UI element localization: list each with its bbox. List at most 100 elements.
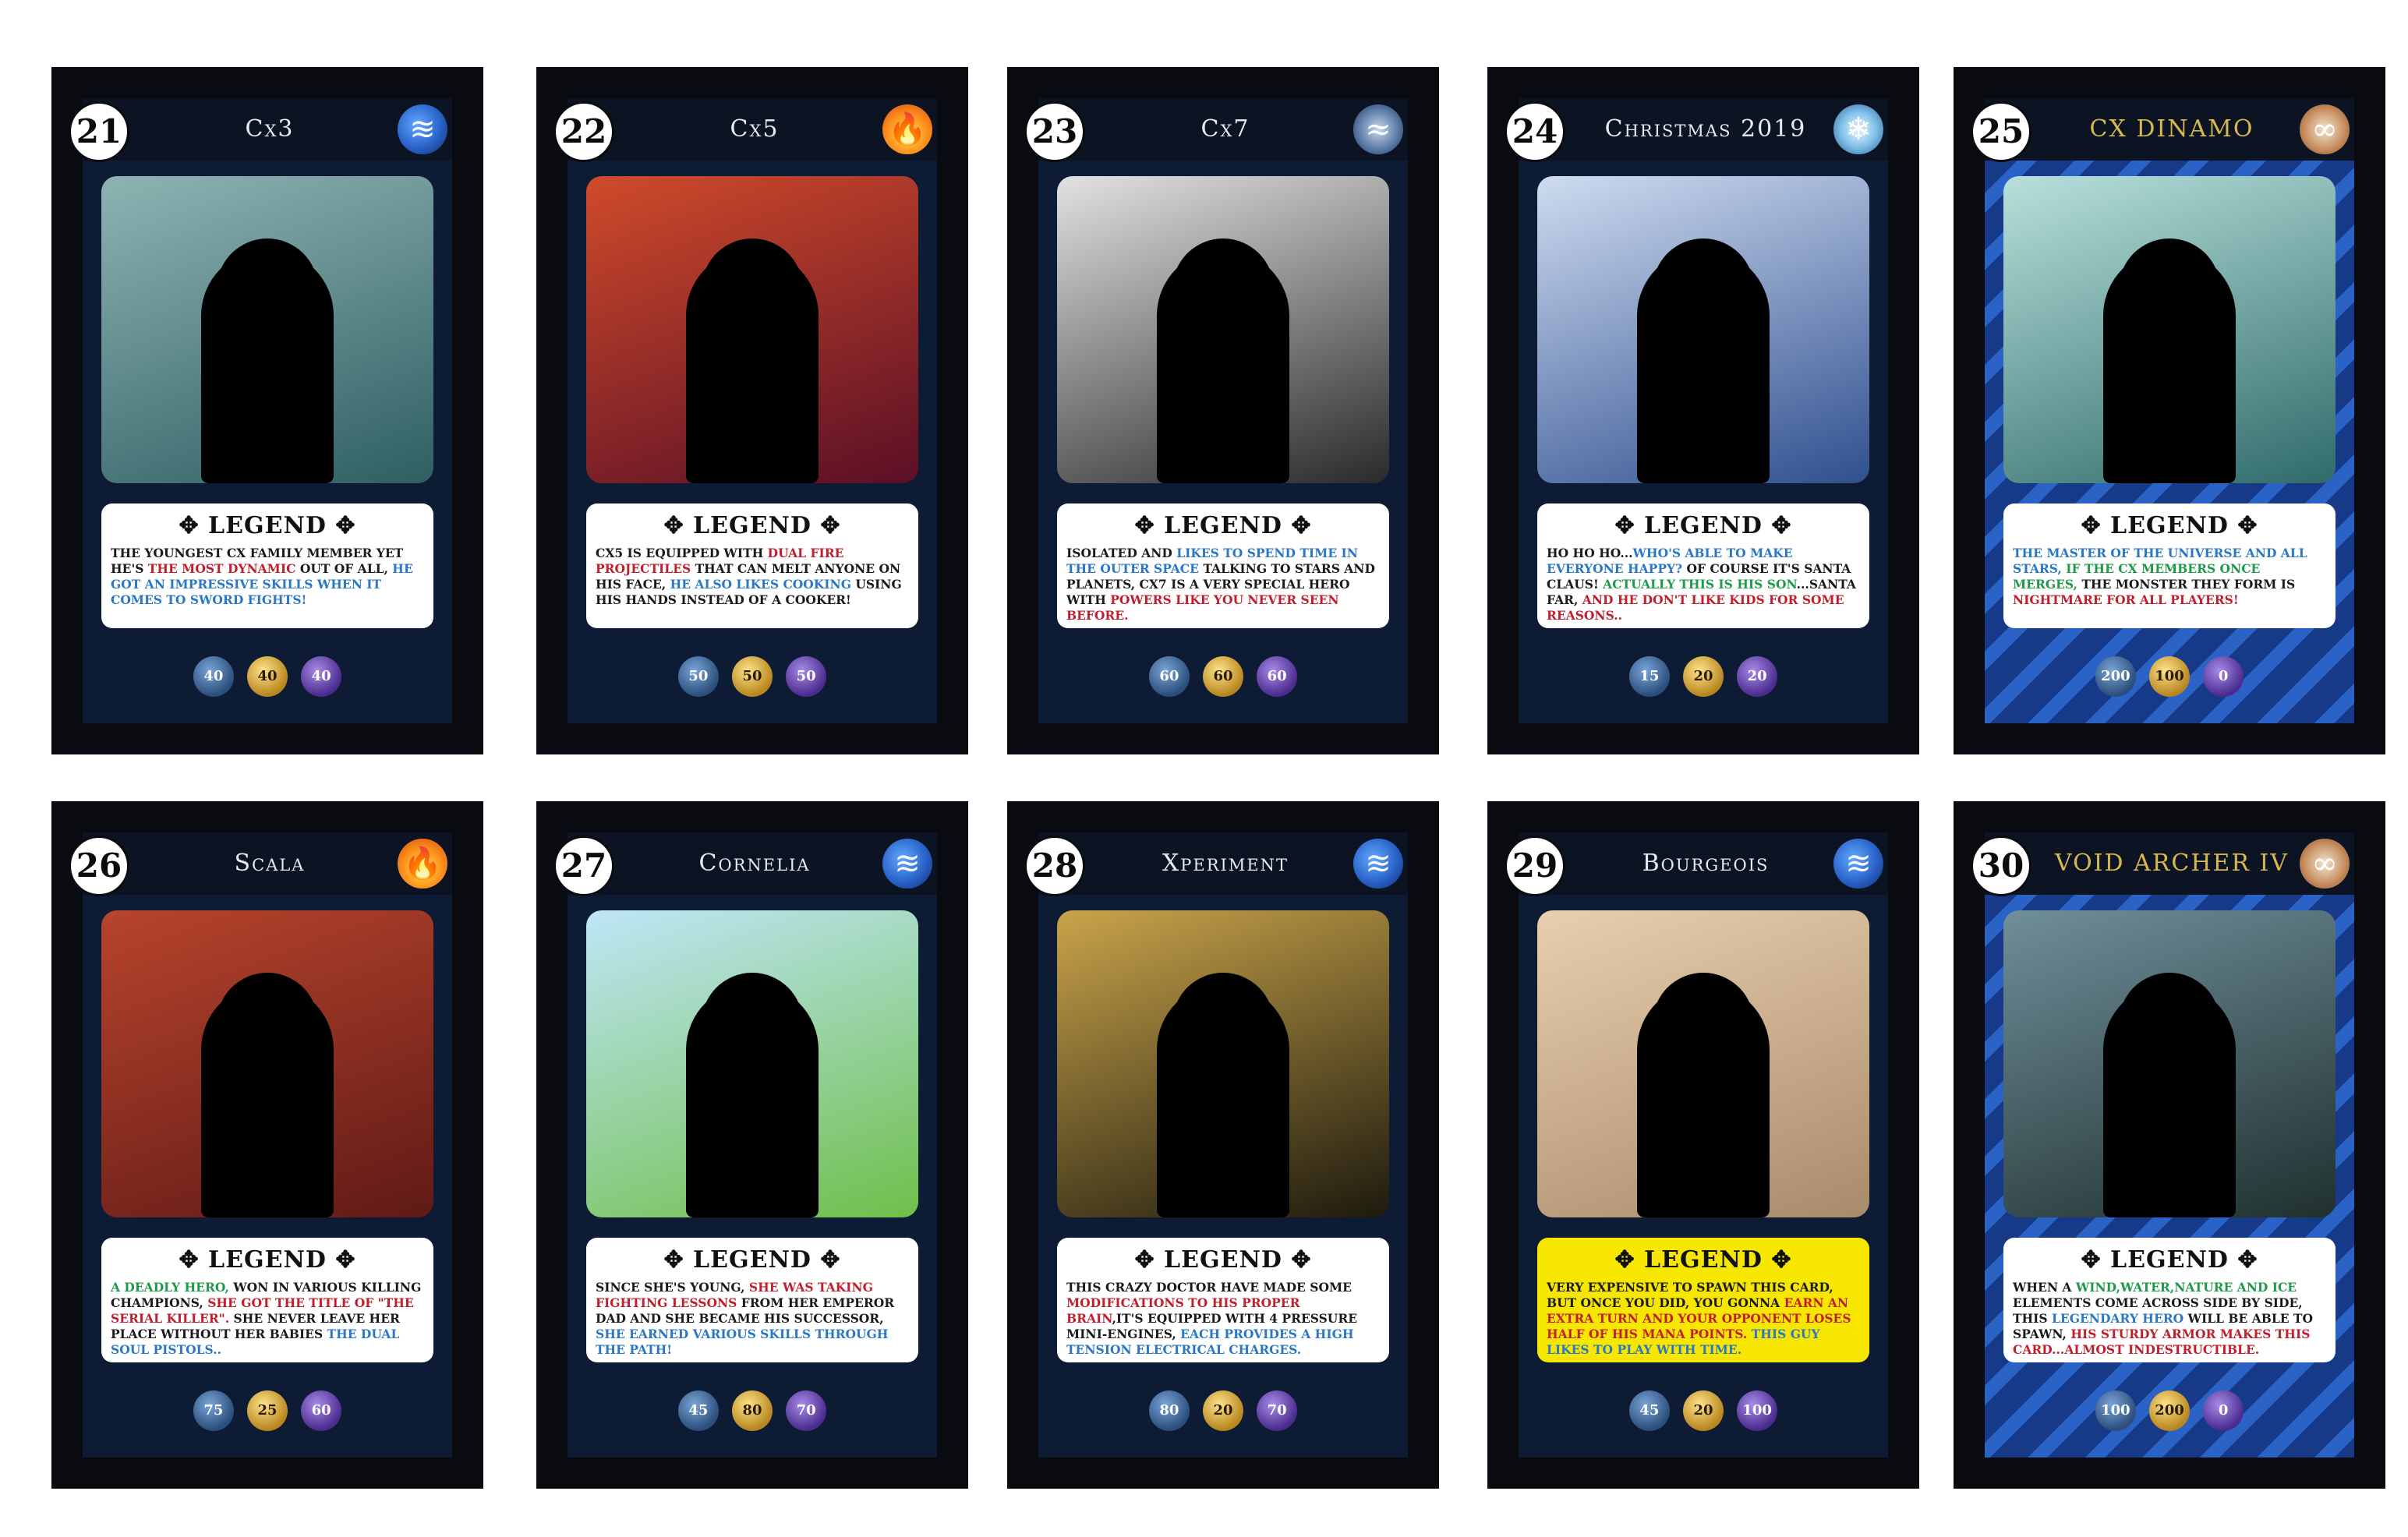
hero-card[interactable]: 28 Xperiment ≋ ✥ LEGEND ✥ This crazy doc… bbox=[1007, 801, 1439, 1489]
card-header: 25 CX DINAMO ∞ bbox=[1971, 98, 2354, 162]
card-description-box: ✥ LEGEND ✥ The master of the universe an… bbox=[2003, 504, 2336, 628]
gold-stat-icon: 60 bbox=[1203, 656, 1243, 697]
card-description-box: ✥ LEGEND ✥ When a wind,water,nature and … bbox=[2003, 1238, 2336, 1362]
card-artwork bbox=[1537, 176, 1869, 483]
gold-stat-icon: 20 bbox=[1203, 1390, 1243, 1431]
card-frame: 26 Scala 🔥 ✥ LEGEND ✥ A deadly hero, won… bbox=[69, 832, 452, 1458]
card-header: 29 Bourgeois ≋ bbox=[1505, 832, 1888, 896]
rarity-label: ✥ LEGEND ✥ bbox=[596, 1246, 909, 1275]
gold-stat-icon: 100 bbox=[2149, 656, 2190, 697]
card-header: 27 Cornelia ≋ bbox=[553, 832, 937, 896]
card-artwork bbox=[101, 910, 433, 1217]
card-stats: 100 200 0 bbox=[1985, 1390, 2354, 1437]
water-element-icon: ≋ bbox=[398, 104, 447, 154]
mana-stat-icon: 70 bbox=[1257, 1390, 1298, 1431]
card-description: When a wind,water,nature and ice element… bbox=[2013, 1280, 2326, 1358]
hero-card[interactable]: 27 Cornelia ≋ ✥ LEGEND ✥ Since she's you… bbox=[536, 801, 968, 1489]
hero-card[interactable]: 21 Cx3 ≋ ✥ LEGEND ✥ The youngest cx fami… bbox=[51, 67, 483, 754]
card-description: Ho ho ho...who's able to make everyone h… bbox=[1547, 546, 1860, 624]
description-segment: A deadly hero, bbox=[111, 1280, 229, 1295]
card-description-box: ✥ LEGEND ✥ Very expensive to spawn this … bbox=[1537, 1238, 1869, 1362]
hero-head bbox=[1653, 238, 1754, 340]
rarity-label: ✥ LEGEND ✥ bbox=[2013, 511, 2326, 541]
mana-stat-icon: 70 bbox=[786, 1390, 827, 1431]
card-stats: 45 20 100 bbox=[1519, 1390, 1888, 1437]
description-segment: he also likes cooking bbox=[670, 577, 851, 592]
attack-stat-icon: 100 bbox=[2095, 1390, 2136, 1431]
hero-card[interactable]: 22 Cx5 🔥 ✥ LEGEND ✥ Cx5 is equipped with… bbox=[536, 67, 968, 754]
card-frame: 27 Cornelia ≋ ✥ LEGEND ✥ Since she's you… bbox=[553, 832, 937, 1458]
card-number-badge: 30 bbox=[1971, 836, 2031, 896]
card-stats: 200 100 0 bbox=[1985, 656, 2354, 703]
card-description: A deadly hero, won in various killing ch… bbox=[111, 1280, 424, 1358]
ornament-right-icon: ✥ bbox=[820, 512, 841, 539]
description-segment: Isolated and bbox=[1066, 546, 1177, 560]
water-element-icon: ≋ bbox=[1353, 839, 1403, 889]
rarity-label: ✥ LEGEND ✥ bbox=[1066, 511, 1380, 541]
water-element-icon: ≋ bbox=[882, 839, 932, 889]
card-stats: 60 60 60 bbox=[1038, 656, 1408, 703]
description-segment: legendary hero bbox=[2052, 1311, 2184, 1326]
hero-card[interactable]: 23 Cx7 ≈ ✥ LEGEND ✥ Isolated and likes t… bbox=[1007, 67, 1439, 754]
gold-stat-icon: 200 bbox=[2149, 1390, 2190, 1431]
card-description-box: ✥ LEGEND ✥ Since she's young, she was ta… bbox=[586, 1238, 918, 1362]
attack-stat-icon: 15 bbox=[1628, 656, 1670, 697]
description-segment: When a bbox=[2013, 1280, 2076, 1295]
attack-stat-icon: 40 bbox=[193, 656, 234, 697]
card-frame: 22 Cx5 🔥 ✥ LEGEND ✥ Cx5 is equipped with… bbox=[553, 98, 937, 723]
description-segment: actually this is his son bbox=[1603, 577, 1797, 592]
card-frame: 23 Cx7 ≈ ✥ LEGEND ✥ Isolated and likes t… bbox=[1024, 98, 1408, 723]
card-grid: 21 Cx3 ≋ ✥ LEGEND ✥ The youngest cx fami… bbox=[0, 0, 2408, 1537]
ornament-right-icon: ✥ bbox=[2237, 512, 2258, 539]
card-frame: 24 Christmas 2019 ❄ ✥ LEGEND ✥ Ho ho ho.… bbox=[1505, 98, 1888, 723]
card-header: 28 Xperiment ≋ bbox=[1024, 832, 1408, 896]
card-description: The master of the universe and all stars… bbox=[2013, 546, 2326, 608]
hero-card[interactable]: 26 Scala 🔥 ✥ LEGEND ✥ A deadly hero, won… bbox=[51, 801, 483, 1489]
card-number-badge: 27 bbox=[553, 836, 614, 896]
card-title: Scala bbox=[234, 850, 306, 877]
gold-stat-icon: 25 bbox=[247, 1390, 288, 1431]
card-artwork bbox=[2003, 176, 2336, 483]
hero-head bbox=[1653, 973, 1754, 1074]
description-segment: out of all, bbox=[295, 561, 393, 576]
ornament-right-icon: ✥ bbox=[335, 512, 356, 539]
ornament-left-icon: ✥ bbox=[663, 512, 684, 539]
card-title: Cx7 bbox=[1200, 115, 1250, 143]
ornament-left-icon: ✥ bbox=[663, 1246, 684, 1274]
card-stats: 15 20 20 bbox=[1519, 656, 1888, 703]
attack-stat-icon: 60 bbox=[1148, 656, 1190, 697]
hero-card[interactable]: 30 VOID ARCHER IV ∞ ✥ LEGEND ✥ When a wi… bbox=[1954, 801, 2385, 1489]
element-glyph: ∞ bbox=[2311, 846, 2338, 882]
card-artwork bbox=[586, 910, 918, 1217]
ice-element-icon: ❄ bbox=[1833, 104, 1883, 154]
fire-element-icon: 🔥 bbox=[882, 104, 932, 154]
attack-stat-icon: 45 bbox=[1628, 1390, 1670, 1431]
ornament-right-icon: ✥ bbox=[1771, 1246, 1792, 1274]
rarity-text: LEGEND bbox=[1644, 1246, 1763, 1274]
hero-card[interactable]: 24 Christmas 2019 ❄ ✥ LEGEND ✥ Ho ho ho.… bbox=[1487, 67, 1919, 754]
ornament-right-icon: ✥ bbox=[2237, 1246, 2258, 1274]
hero-card[interactable]: 29 Bourgeois ≋ ✥ LEGEND ✥ Very expensive… bbox=[1487, 801, 1919, 1489]
rarity-label: ✥ LEGEND ✥ bbox=[1547, 511, 1860, 541]
card-number-badge: 23 bbox=[1024, 101, 1085, 162]
rarity-text: LEGEND bbox=[208, 1246, 327, 1274]
card-header: 24 Christmas 2019 ❄ bbox=[1505, 98, 1888, 162]
rarity-label: ✥ LEGEND ✥ bbox=[1547, 1246, 1860, 1275]
card-number-badge: 28 bbox=[1024, 836, 1085, 896]
attack-stat-icon: 45 bbox=[677, 1390, 719, 1431]
rarity-label: ✥ LEGEND ✥ bbox=[111, 511, 424, 541]
card-artwork bbox=[101, 176, 433, 483]
fire-element-icon: 🔥 bbox=[398, 839, 447, 889]
mana-stat-icon: 100 bbox=[1737, 1390, 1778, 1431]
card-description-box: ✥ LEGEND ✥ Isolated and likes to spend t… bbox=[1057, 504, 1389, 628]
card-stats: 75 25 60 bbox=[83, 1390, 452, 1437]
rarity-label: ✥ LEGEND ✥ bbox=[111, 1246, 424, 1275]
rarity-text: LEGEND bbox=[1164, 512, 1282, 539]
card-description-box: ✥ LEGEND ✥ This crazy doctor have made s… bbox=[1057, 1238, 1389, 1362]
hero-card[interactable]: 25 CX DINAMO ∞ ✥ LEGEND ✥ The master of … bbox=[1954, 67, 2385, 754]
rarity-text: LEGEND bbox=[208, 512, 327, 539]
card-frame: 25 CX DINAMO ∞ ✥ LEGEND ✥ The master of … bbox=[1971, 98, 2354, 723]
rarity-text: LEGEND bbox=[693, 512, 812, 539]
card-number-badge: 24 bbox=[1505, 101, 1565, 162]
card-title: Cx3 bbox=[245, 115, 295, 143]
